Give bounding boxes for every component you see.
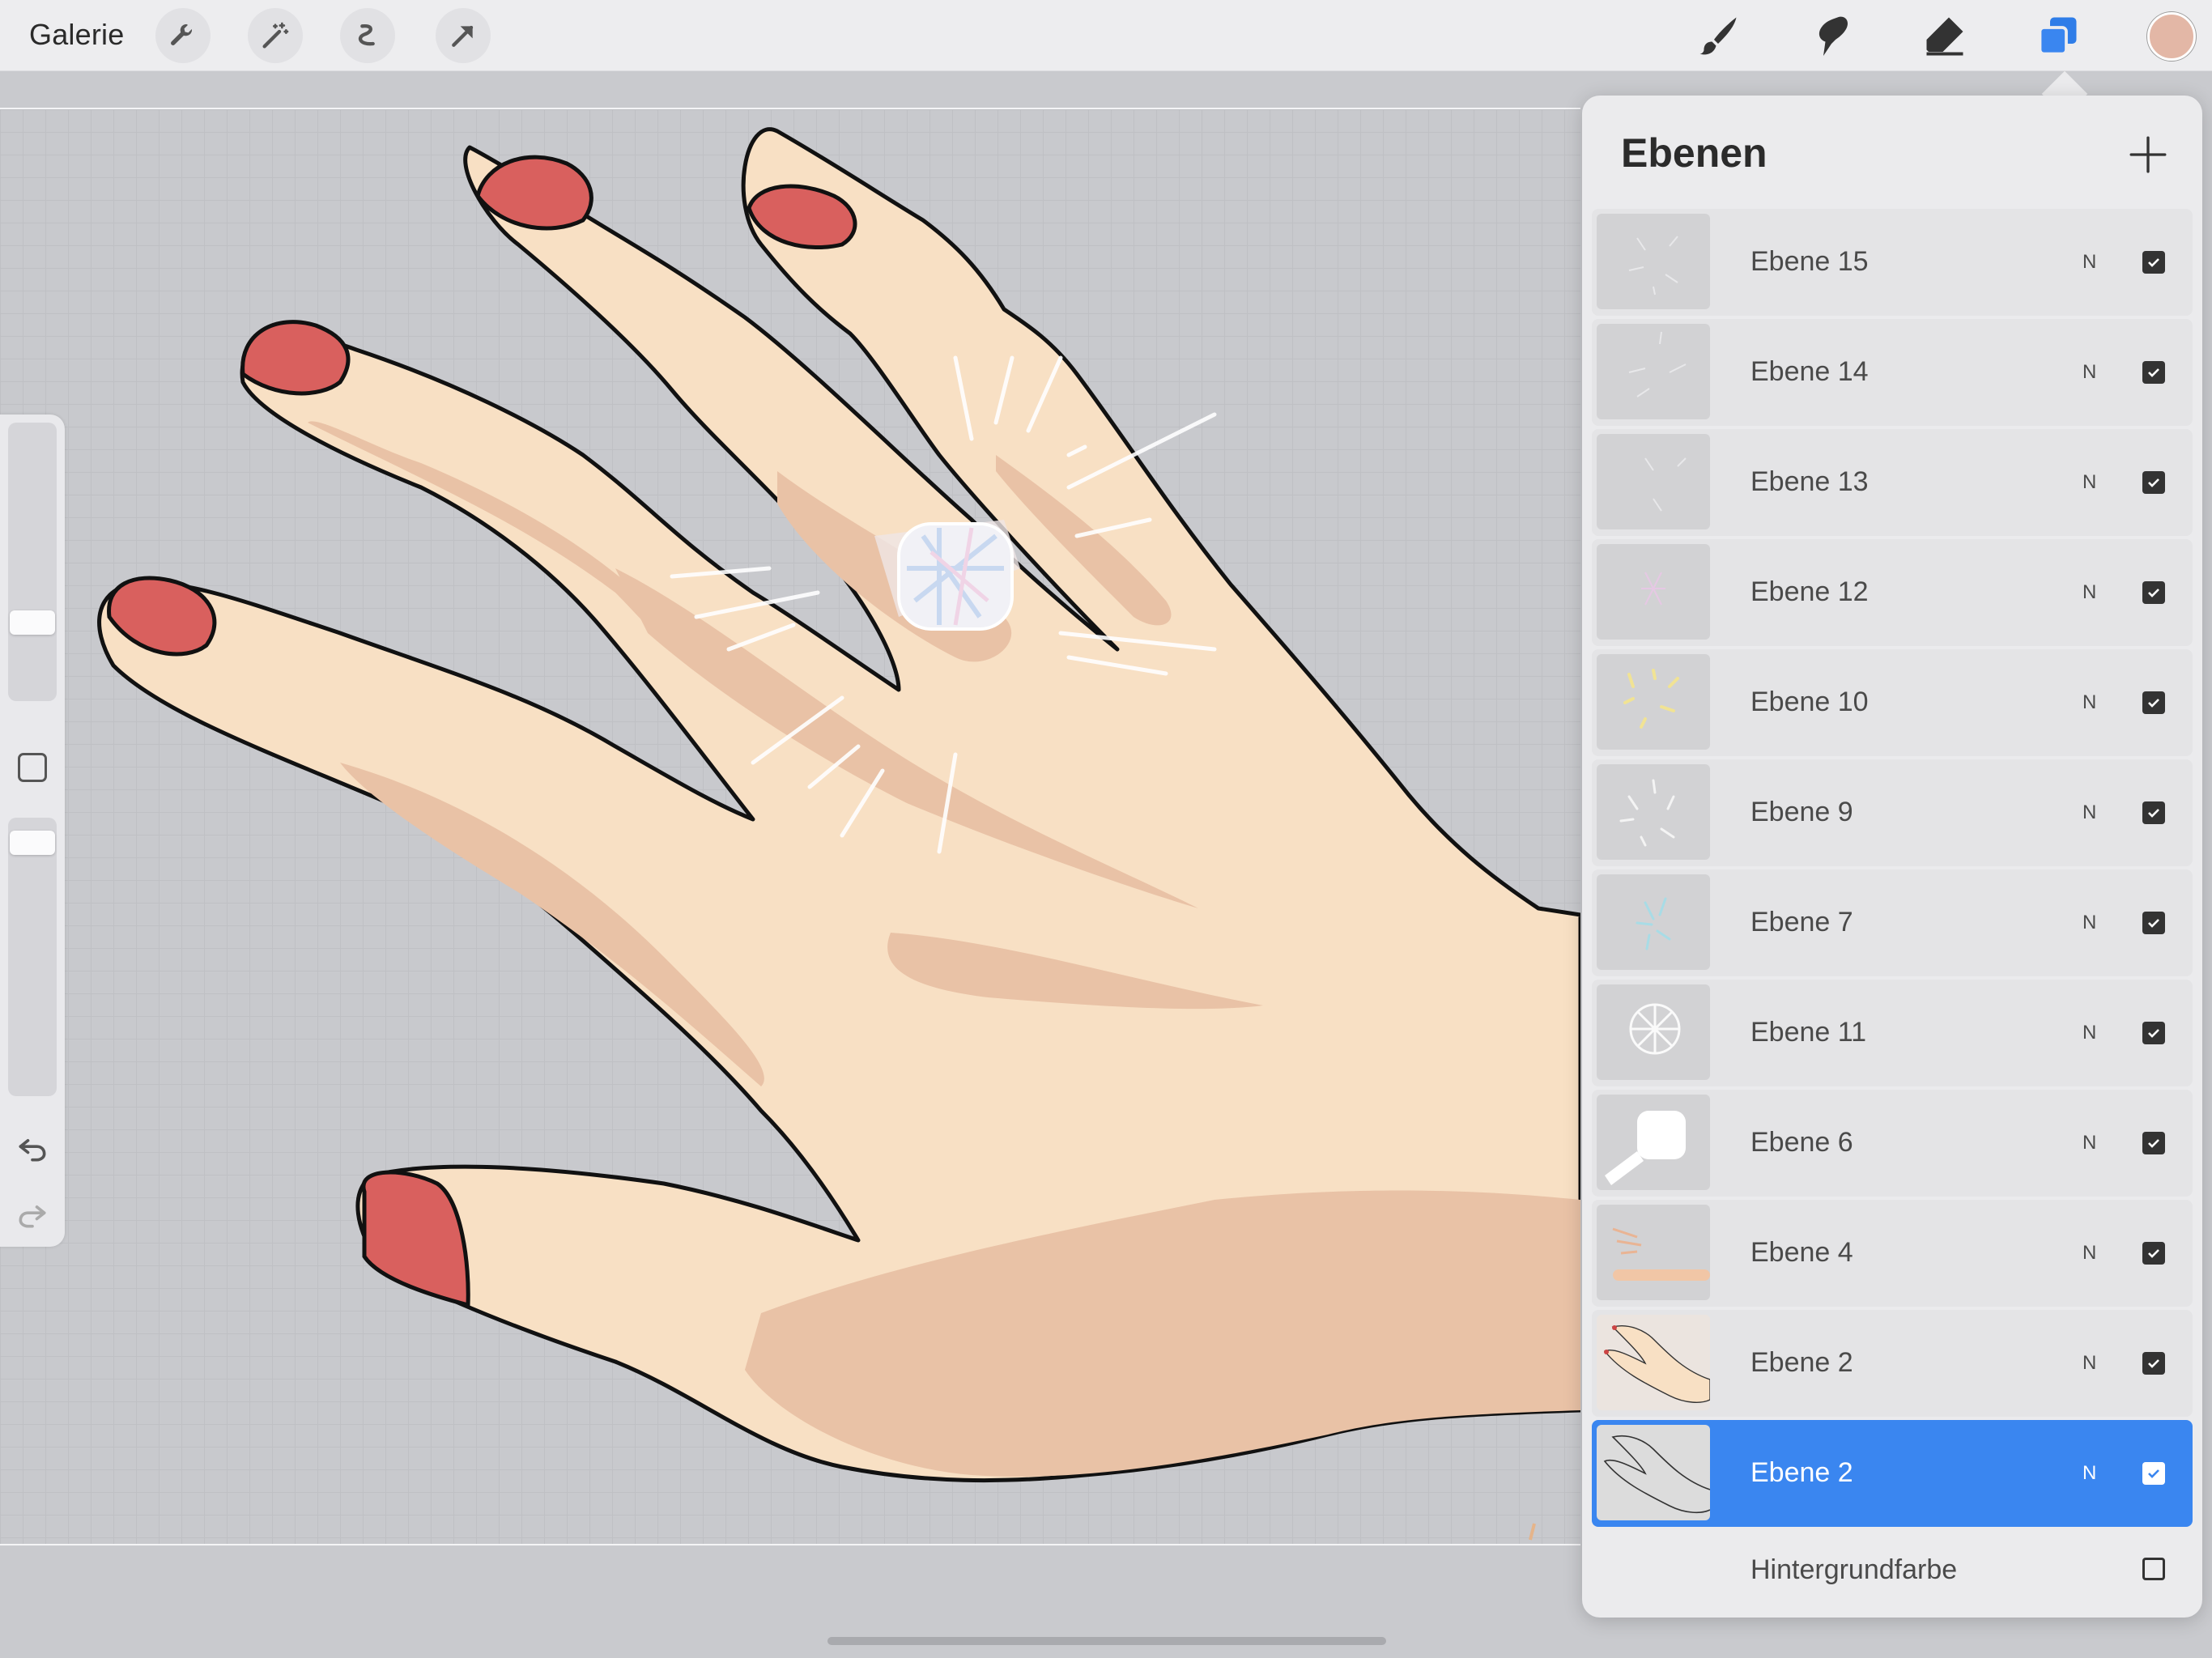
layer-name: Ebene 15 [1750,246,1869,277]
visibility-checkbox[interactable] [2142,1462,2165,1485]
blend-mode-button[interactable]: N [2082,1132,2096,1154]
layer-name: Ebene 2 [1750,1347,1853,1378]
layer-thumbnail [1597,654,1710,750]
visibility-checkbox[interactable] [2142,251,2165,274]
layer-name: Ebene 4 [1750,1237,1853,1268]
panel-title: Ebenen [1621,130,1767,176]
layer-name: Ebene 10 [1750,687,1869,717]
eraser-icon[interactable] [1916,6,1974,65]
blend-mode-button[interactable]: N [2082,1242,2096,1265]
layer-row[interactable]: Ebene 11 N [1592,980,2193,1086]
layer-name: Ebene 12 [1750,576,1869,607]
background-visibility-checkbox[interactable] [2142,1558,2165,1580]
layer-thumbnail [1597,874,1710,970]
layer-name: Ebene 7 [1750,907,1853,937]
layer-name: Ebene 13 [1750,466,1869,497]
layer-thumbnail [1597,1315,1710,1410]
redo-icon[interactable] [15,1197,50,1232]
blend-mode-button[interactable]: N [2082,361,2096,384]
layers-panel: Ebenen Ebene 15 N Ebene 14 N Ebene 13 N … [1582,96,2202,1618]
layer-thumbnail [1597,214,1710,309]
color-picker-button[interactable] [2147,12,2196,61]
blend-mode-button[interactable]: N [2082,251,2096,274]
transform-arrow-icon[interactable] [436,8,491,63]
layer-row[interactable]: Ebene 7 N [1592,869,2193,976]
layer-row[interactable]: Ebene 10 N [1592,649,2193,756]
home-indicator [827,1637,1386,1645]
layer-name: Ebene 11 [1750,1017,1867,1048]
layer-row[interactable]: Ebene 12 N [1592,539,2193,646]
layer-row[interactable]: Ebene 15 N [1592,209,2193,316]
layer-thumbnail [1597,764,1710,860]
visibility-checkbox[interactable] [2142,1242,2165,1265]
layer-row[interactable]: Ebene 9 N [1592,759,2193,866]
magic-wand-icon[interactable] [248,8,303,63]
left-sidebar [0,414,65,1247]
visibility-checkbox[interactable] [2142,691,2165,714]
layer-thumbnail [1597,544,1710,640]
brush-size-slider[interactable] [8,423,57,701]
blend-mode-button[interactable]: N [2082,801,2096,824]
background-color-row[interactable]: Hintergrundfarbe [1592,1530,2193,1611]
smudge-icon[interactable] [1802,6,1861,65]
blend-mode-button[interactable]: N [2082,1462,2096,1485]
visibility-checkbox[interactable] [2142,581,2165,604]
blend-mode-button[interactable]: N [2082,912,2096,934]
layer-name: Hintergrundfarbe [1750,1554,1958,1585]
blend-mode-button[interactable]: N [2082,1352,2096,1375]
visibility-checkbox[interactable] [2142,471,2165,494]
layer-row[interactable]: Ebene 4 N [1592,1200,2193,1307]
layer-name: Ebene 14 [1750,356,1869,387]
layer-row[interactable]: Ebene 14 N [1592,319,2193,426]
layer-row-selected[interactable]: Ebene 2 N [1592,1420,2193,1527]
layer-thumbnail [1597,1095,1710,1190]
layer-row[interactable]: Ebene 2 N [1592,1310,2193,1417]
selection-icon[interactable] [340,8,395,63]
visibility-checkbox[interactable] [2142,801,2165,824]
blend-mode-button[interactable]: N [2082,471,2096,494]
layer-name: Ebene 6 [1750,1127,1853,1158]
hand-ring-artwork [97,127,1580,1541]
layer-row[interactable]: Ebene 6 N [1592,1090,2193,1197]
visibility-checkbox[interactable] [2142,912,2165,934]
drawing-canvas[interactable] [0,108,1580,1545]
layer-list: Ebene 15 N Ebene 14 N Ebene 13 N Ebene 1… [1592,209,2193,1611]
visibility-checkbox[interactable] [2142,1022,2165,1044]
layer-thumbnail [1597,984,1710,1080]
layer-thumbnail [1597,434,1710,529]
plus-icon[interactable] [2128,134,2168,175]
layer-thumbnail [1597,1205,1710,1300]
layer-name: Ebene 9 [1750,797,1853,827]
layer-name: Ebene 2 [1750,1457,1853,1488]
blend-mode-button[interactable]: N [2082,1022,2096,1044]
blend-mode-button[interactable]: N [2082,691,2096,714]
brush-size-thumb[interactable] [10,610,55,636]
undo-icon[interactable] [15,1130,50,1166]
top-toolbar: Galerie [0,0,2212,71]
layer-thumbnail [1597,1425,1710,1520]
modify-square-icon[interactable] [18,753,47,782]
opacity-thumb[interactable] [10,830,55,855]
layers-icon[interactable] [2029,6,2087,65]
visibility-checkbox[interactable] [2142,1352,2165,1375]
layer-row[interactable]: Ebene 13 N [1592,429,2193,536]
visibility-checkbox[interactable] [2142,1132,2165,1154]
layer-thumbnail [1597,324,1710,419]
blend-mode-button[interactable]: N [2082,581,2096,604]
visibility-checkbox[interactable] [2142,361,2165,384]
opacity-slider[interactable] [8,818,57,1096]
brush-icon[interactable] [1689,6,1747,65]
gallery-button[interactable]: Galerie [29,18,124,52]
wrench-icon[interactable] [155,8,211,63]
